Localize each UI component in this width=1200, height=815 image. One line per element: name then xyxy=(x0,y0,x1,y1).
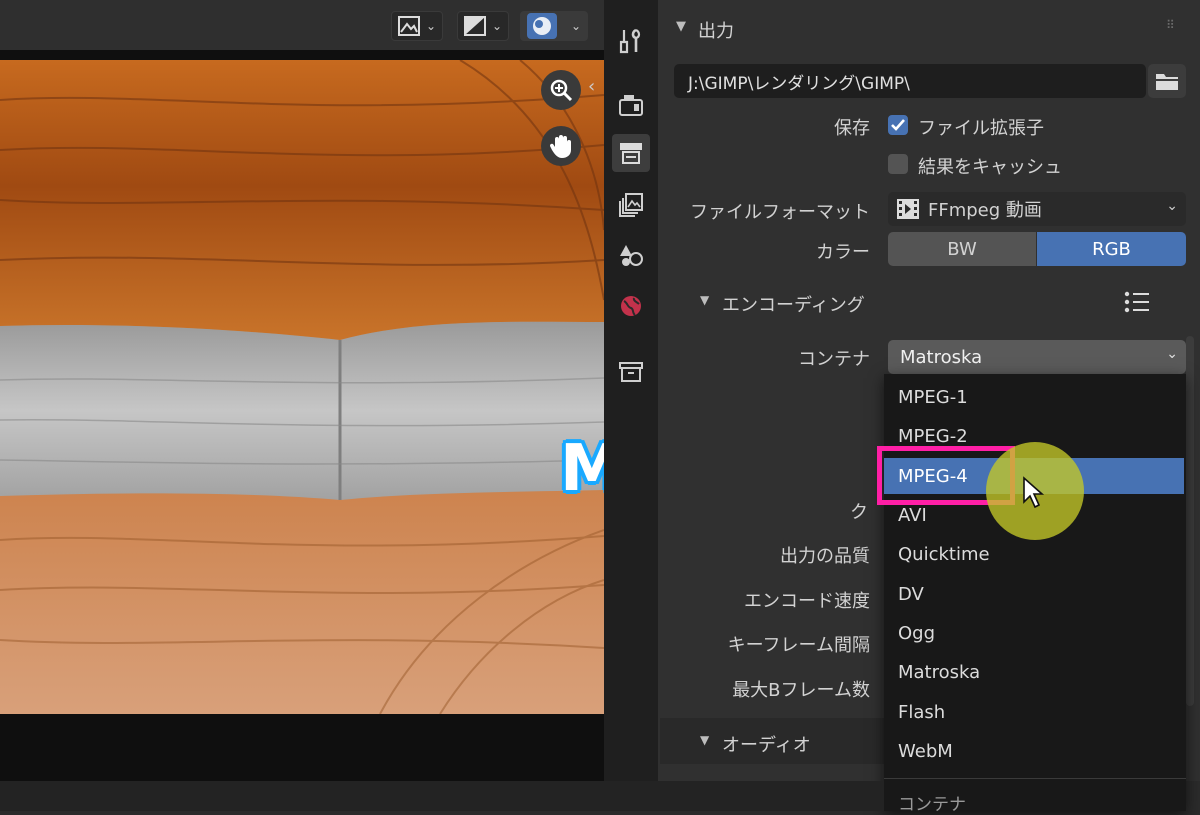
render-icon xyxy=(619,95,643,116)
output-icon xyxy=(620,143,642,164)
checkmark-icon xyxy=(891,119,905,131)
hidden-row-label: ク xyxy=(850,502,868,523)
container-dropdown[interactable]: Matroska ⌄ xyxy=(888,340,1186,374)
max-b-frames-label: 最大Bフレーム数 xyxy=(732,680,870,701)
tab-tool[interactable] xyxy=(612,22,650,60)
tool-icon xyxy=(619,28,641,54)
hand-icon[interactable] xyxy=(541,126,581,166)
view-layer-icon xyxy=(619,193,643,217)
status-bar xyxy=(0,781,884,811)
overlay-sphere-icon xyxy=(527,13,557,39)
menu-item-matroska[interactable]: Matroska xyxy=(884,654,1184,690)
menu-item-webm[interactable]: WebM xyxy=(884,733,1184,769)
output-quality-label: 出力の品質 xyxy=(780,546,870,567)
tab-render[interactable] xyxy=(612,86,650,124)
viewport-header: ⌄ ⌄ ⌄ xyxy=(0,0,604,50)
encoding-speed-label: エンコード速度 xyxy=(744,591,870,612)
menu-item-quicktime[interactable]: Quicktime xyxy=(884,536,1184,572)
collapse-triangle-icon[interactable]: ▼ xyxy=(700,293,709,307)
presets-list-icon[interactable] xyxy=(1124,290,1150,318)
tab-world[interactable] xyxy=(612,287,650,325)
alpha-mode-button[interactable]: ⌄ xyxy=(457,11,509,41)
menu-item-ogg[interactable]: Ogg xyxy=(884,615,1184,651)
menu-item-mpeg1[interactable]: MPEG-1 xyxy=(884,379,1184,415)
alpha-display-icon xyxy=(464,16,486,36)
encoding-title[interactable]: エンコーディング xyxy=(722,291,865,317)
collapse-triangle-icon[interactable]: ▼ xyxy=(676,19,686,34)
file-extensions-checkbox[interactable] xyxy=(888,115,908,135)
container-value: Matroska xyxy=(900,346,983,368)
menu-item-dv[interactable]: DV xyxy=(884,576,1184,612)
display-mode-button[interactable]: ⌄ xyxy=(391,11,443,41)
drag-handle-icon[interactable]: ⠿ xyxy=(1166,18,1176,32)
color-rgb-label: RGB xyxy=(1092,238,1131,260)
zoom-icon[interactable] xyxy=(541,70,581,110)
color-label: カラー xyxy=(816,242,870,263)
menu-item-flash[interactable]: Flash xyxy=(884,694,1184,730)
menu-divider xyxy=(884,778,1186,779)
file-format-value: FFmpeg 動画 xyxy=(928,200,1042,221)
color-rgb-button[interactable]: RGB xyxy=(1037,232,1186,266)
chevron-down-icon: ⌄ xyxy=(491,19,502,33)
panorama-render xyxy=(0,60,604,714)
color-bw-button[interactable]: BW xyxy=(888,232,1036,266)
chevron-down-icon: ⌄ xyxy=(425,19,436,33)
container-label: コンテナ xyxy=(798,349,870,370)
image-display-icon xyxy=(398,16,420,36)
tab-view-layer[interactable] xyxy=(612,186,650,224)
keyframe-interval-label: キーフレーム間隔 xyxy=(727,635,870,656)
mouse-cursor-icon xyxy=(1022,476,1046,514)
menu-footer-label: コンテナ xyxy=(898,795,966,815)
output-panel-title[interactable]: 出力 xyxy=(698,17,734,43)
collapse-triangle-icon[interactable]: ▼ xyxy=(700,733,709,747)
output-path-value: J:\GIMP\レンダリング\GIMP\ xyxy=(688,73,910,94)
file-format-dropdown[interactable]: FFmpeg 動画 ⌄ xyxy=(888,192,1186,226)
tab-collection[interactable] xyxy=(612,353,650,391)
tab-output[interactable] xyxy=(612,134,650,172)
folder-icon xyxy=(1156,74,1178,90)
image-viewport[interactable]: ⌄ ⌄ ⌄ ‹ xyxy=(0,0,604,781)
audio-title[interactable]: オーディオ xyxy=(722,731,811,757)
file-extensions-label[interactable]: ファイル拡張子 xyxy=(918,114,1044,140)
world-icon xyxy=(621,296,641,316)
chevron-down-icon: ⌄ xyxy=(1166,346,1178,362)
tab-scene[interactable] xyxy=(612,236,650,274)
film-icon xyxy=(897,199,919,219)
cache-result-checkbox[interactable] xyxy=(888,154,908,174)
scrollbar[interactable] xyxy=(1186,336,1194,706)
chevron-down-icon: ⌄ xyxy=(1166,198,1178,214)
file-format-label: ファイルフォーマット xyxy=(690,202,870,223)
cache-result-label[interactable]: 結果をキャッシュ xyxy=(918,153,1062,179)
color-bw-label: BW xyxy=(947,238,977,260)
collection-icon xyxy=(619,362,643,382)
output-path-field[interactable]: J:\GIMP\レンダリング\GIMP\ xyxy=(674,64,1146,98)
browse-folder-button[interactable] xyxy=(1148,64,1186,98)
chevron-down-icon: ⌄ xyxy=(570,19,581,33)
chevron-left-icon[interactable]: ‹ xyxy=(588,76,595,97)
overlay-button[interactable]: ⌄ xyxy=(520,11,588,41)
save-label: 保存 xyxy=(834,118,870,139)
scene-icon xyxy=(620,245,643,266)
